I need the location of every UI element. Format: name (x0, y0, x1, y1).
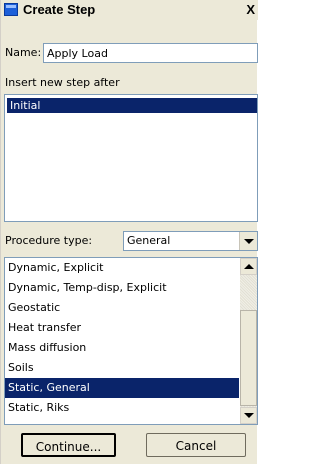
insert-after-label: Insert new step after (5, 76, 120, 89)
dialog-title: Create Step (23, 2, 96, 17)
list-item[interactable]: Mass diffusion (5, 338, 239, 358)
list-item-selected[interactable]: Static, General (5, 378, 239, 398)
scroll-down-icon[interactable] (240, 407, 257, 424)
procedure-list-items: Dynamic, Explicit Dynamic, Temp-disp, Ex… (5, 258, 239, 418)
cancel-button[interactable]: Cancel (146, 433, 246, 457)
procedure-type-select[interactable]: General (123, 231, 258, 251)
step-list[interactable]: Initial (4, 94, 258, 222)
step-name-input[interactable] (43, 43, 258, 63)
step-list-item[interactable]: Initial (7, 98, 257, 113)
name-label: Name: (5, 46, 42, 59)
list-item[interactable]: Dynamic, Temp-disp, Explicit (5, 278, 239, 298)
procedure-type-value: General (127, 234, 171, 247)
list-item[interactable]: Static, Riks (5, 398, 239, 418)
procedure-row: Procedure type: General (5, 231, 258, 251)
continue-button[interactable]: Continue... (21, 433, 116, 457)
create-step-dialog: Create Step X Name: Insert new step afte… (0, 0, 258, 464)
title-bar[interactable]: Create Step X (1, 0, 258, 20)
scroll-up-icon[interactable] (240, 258, 257, 275)
procedure-list[interactable]: Dynamic, Explicit Dynamic, Temp-disp, Ex… (4, 257, 258, 425)
window-icon (4, 3, 18, 16)
scrollbar-thumb[interactable] (240, 310, 257, 406)
name-row: Name: (5, 43, 258, 63)
close-icon[interactable]: X (246, 2, 255, 17)
list-item[interactable]: Heat transfer (5, 318, 239, 338)
procedure-list-scrollbar[interactable] (240, 258, 257, 424)
chevron-down-icon[interactable] (239, 232, 257, 250)
list-item[interactable]: Geostatic (5, 298, 239, 318)
list-item[interactable]: Dynamic, Explicit (5, 258, 239, 278)
list-item[interactable]: Soils (5, 358, 239, 378)
procedure-type-label: Procedure type: (5, 234, 93, 247)
